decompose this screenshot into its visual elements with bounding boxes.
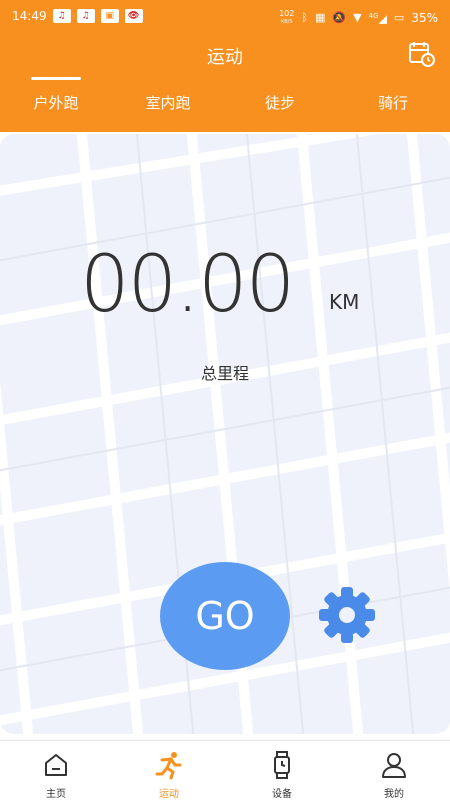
person-icon [382, 753, 406, 778]
sport-tabs: 户外跑 室内跑 徒步 骑行 [0, 92, 450, 122]
history-calendar-icon[interactable] [408, 40, 436, 68]
distance-value: 00.00 [80, 240, 295, 330]
bottom-nav: 主页 运动 设备 我的 [0, 740, 450, 801]
nav-home[interactable]: 主页 [16, 741, 96, 801]
gear-icon[interactable] [315, 583, 379, 647]
nav-home-label: 主页 [46, 789, 66, 800]
network-speed: 102 KB/S [279, 8, 295, 25]
wifi-icon: ▼ [353, 10, 362, 24]
app-notification-icon: ♫ [52, 9, 71, 23]
battery-icon: ▭ [393, 10, 405, 24]
nav-sport-label: 运动 [159, 789, 179, 800]
nav-profile[interactable]: 我的 [354, 741, 434, 801]
tab-outdoor-run[interactable]: 户外跑 [16, 92, 96, 113]
go-button[interactable]: GO [160, 562, 290, 670]
header-bar: 14:49 ♫ ♫ ▣ 👁 102 KB/S ᛒ ▦ 🔕 ▼ 4G◢ ▭ 35%… [0, 0, 450, 132]
nav-device[interactable]: 设备 [242, 741, 322, 801]
nfc-icon: ▦ [314, 10, 326, 24]
page-title: 运动 [207, 47, 243, 68]
app-notification-icon: ♫ [76, 9, 95, 23]
signal-icon: 4G◢ [368, 12, 387, 26]
home-icon [45, 754, 67, 776]
tab-cycling[interactable]: 骑行 [353, 92, 433, 113]
nav-sport[interactable]: 运动 [129, 741, 209, 801]
nav-device-label: 设备 [272, 789, 292, 800]
bluetooth-icon: ᛒ [301, 10, 308, 24]
nav-profile-label: 我的 [384, 789, 404, 800]
total-distance-label: 总里程 [200, 364, 249, 383]
running-icon [155, 752, 182, 780]
battery-percent: 35% [411, 10, 438, 25]
tab-hiking[interactable]: 徒步 [240, 92, 320, 113]
distance-unit: KM [329, 290, 360, 314]
status-bar: 14:49 ♫ ♫ ▣ 👁 102 KB/S ᛒ ▦ 🔕 ▼ 4G◢ ▭ 35% [0, 0, 450, 34]
tab-indoor-run[interactable]: 室内跑 [128, 92, 208, 113]
tab-indicator [31, 77, 81, 80]
mute-icon: 🔕 [332, 10, 347, 24]
image-notification-icon: ▣ [100, 9, 119, 23]
status-time: 14:49 [12, 9, 47, 23]
watch-icon [274, 751, 290, 779]
app-notification-icon: 👁 [124, 9, 143, 23]
